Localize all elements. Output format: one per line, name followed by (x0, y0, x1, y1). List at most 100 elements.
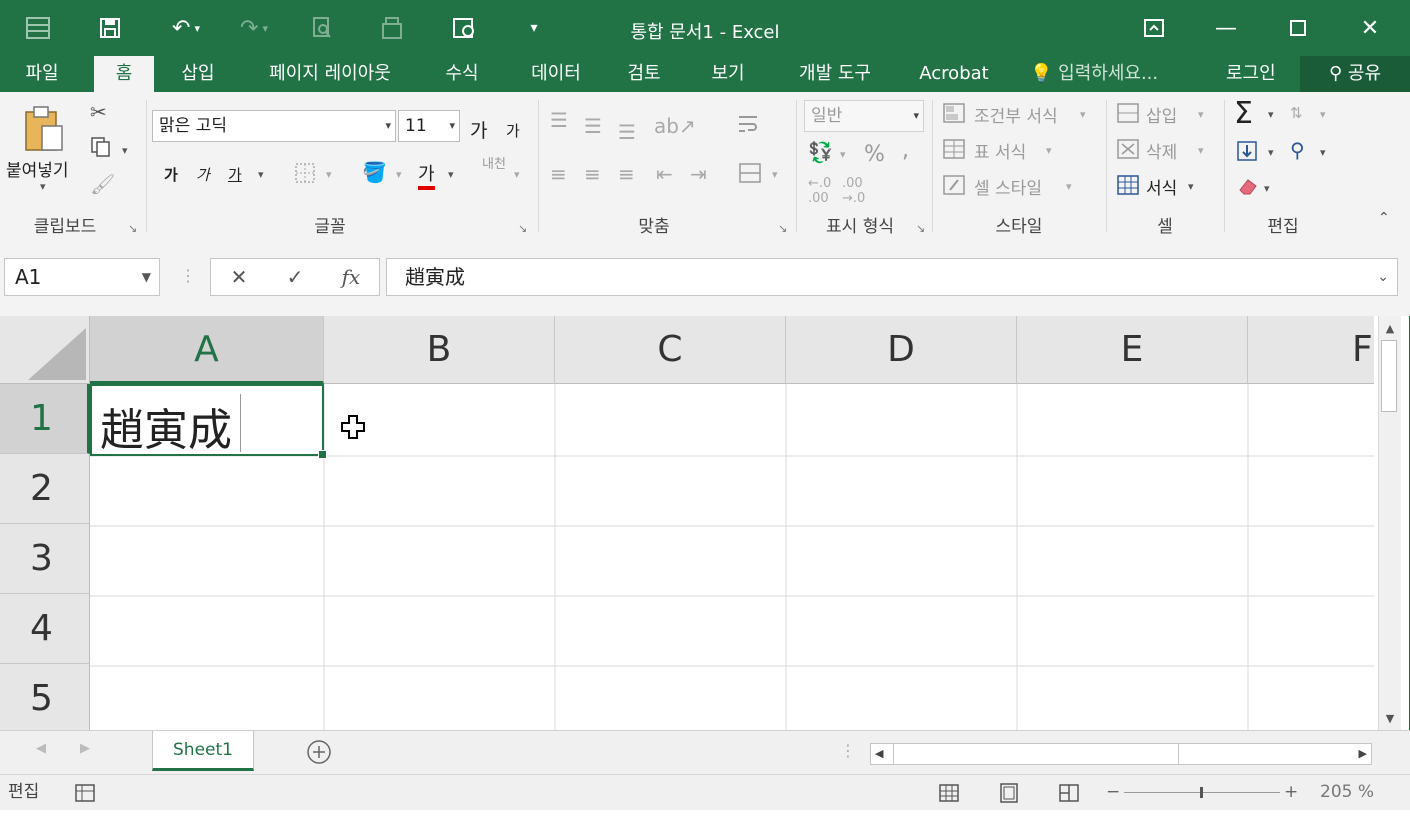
table-dropdown-icon[interactable]: ▾ (1046, 144, 1052, 157)
font-color-dropdown-icon[interactable]: ▾ (448, 168, 454, 181)
page-layout-view-icon[interactable] (998, 781, 1020, 816)
formula-input[interactable]: 趙寅成 ⌄ (386, 258, 1398, 296)
insert-cells-button[interactable]: 삽입 (1146, 102, 1177, 127)
enter-entry-button[interactable]: ✓ (275, 259, 315, 295)
borders-dropdown-icon[interactable]: ▾ (326, 168, 332, 181)
conditional-formatting-button[interactable]: 조건부 서식 (974, 102, 1058, 127)
fill-handle[interactable] (318, 450, 327, 459)
find-dropdown-icon[interactable]: ▾ (1320, 146, 1326, 159)
phonetic-dropdown-icon[interactable]: ▾ (514, 168, 520, 181)
worksheet-grid[interactable]: A B C D E F 1 2 3 4 5 趙寅成 (0, 316, 1374, 730)
cell-styles-button[interactable]: 셀 스타일 (974, 174, 1042, 199)
horizontal-scroll-thumb[interactable] (893, 744, 1179, 764)
number-launcher-icon[interactable]: ↘ (916, 222, 925, 235)
copy-dropdown-icon[interactable]: ▾ (122, 144, 128, 157)
scroll-down-icon[interactable]: ▼ (1379, 708, 1401, 730)
cut-icon[interactable]: ✂ (90, 100, 107, 124)
insert-function-button[interactable]: fx (331, 259, 371, 295)
orientation-icon[interactable]: ab↗ (654, 114, 696, 138)
tab-home[interactable]: 홈 (94, 56, 154, 92)
paste-dropdown-icon[interactable]: ▾ (40, 180, 46, 193)
align-middle-icon[interactable]: ☰ (584, 114, 602, 138)
font-launcher-icon[interactable]: ↘ (518, 222, 527, 235)
tab-review[interactable]: 검토 (614, 56, 674, 92)
tab-insert[interactable]: 삽입 (168, 56, 228, 92)
font-name-dropdown[interactable]: 맑은 고딕 ▾ (152, 110, 396, 142)
insert-dropdown-icon[interactable]: ▾ (1198, 108, 1204, 121)
cancel-entry-button[interactable]: ✕ (219, 259, 259, 295)
zoom-in-icon[interactable]: + (1284, 775, 1298, 810)
bold-button[interactable]: 가 (164, 164, 178, 185)
font-size-dropdown[interactable]: 11 ▾ (398, 110, 460, 142)
decrease-indent-icon[interactable]: ⇤ (656, 162, 673, 186)
copy-icon[interactable] (90, 136, 112, 163)
clear-dropdown-icon[interactable]: ▾ (1264, 182, 1270, 195)
underline-button[interactable]: 가 (228, 164, 242, 185)
ribbon-display-options-icon[interactable] (1134, 8, 1174, 48)
close-icon[interactable]: ✕ (1350, 8, 1390, 48)
vertical-scrollbar[interactable]: ▲ ▼ (1378, 316, 1401, 730)
number-format-dropdown[interactable]: 일반 ▾ (804, 100, 924, 132)
sort-filter-icon[interactable]: ⇅ (1290, 104, 1303, 122)
tab-view[interactable]: 보기 (698, 56, 758, 92)
comma-style-button[interactable]: , (902, 138, 909, 163)
align-center-icon[interactable]: ≡ (584, 162, 601, 186)
page-break-view-icon[interactable] (1058, 781, 1080, 816)
tell-me-box[interactable]: 💡 입력하세요... (1030, 56, 1158, 92)
wrap-text-icon[interactable] (736, 112, 760, 141)
scroll-right-icon[interactable]: ▶ (1359, 744, 1367, 764)
italic-button[interactable]: 가 (196, 164, 210, 185)
percent-style-button[interactable]: % (864, 142, 885, 167)
normal-view-icon[interactable] (938, 781, 960, 816)
delete-cells-button[interactable]: 삭제 (1146, 138, 1177, 163)
fill-icon[interactable] (1236, 140, 1258, 167)
merge-center-icon[interactable] (738, 162, 762, 189)
clear-eraser-icon[interactable] (1236, 176, 1260, 201)
increase-indent-icon[interactable]: ⇥ (690, 162, 707, 186)
chevron-down-icon[interactable]: ▼ (142, 259, 151, 295)
borders-icon[interactable] (294, 162, 316, 189)
formula-bar-resize-icon[interactable]: ⋮ (180, 266, 196, 285)
expand-formula-bar-icon[interactable]: ⌄ (1377, 259, 1389, 295)
share-button[interactable]: ⚲ 공유 (1300, 56, 1410, 92)
align-bottom-icon[interactable]: ☰ (618, 120, 636, 144)
delete-cells-icon[interactable] (1116, 138, 1140, 165)
decrease-decimal-icon[interactable]: .00 →.0 (842, 176, 865, 206)
zoom-out-icon[interactable]: − (1106, 775, 1120, 810)
clipboard-launcher-icon[interactable]: ↘ (128, 222, 137, 235)
fill-dropdown-icon[interactable]: ▾ (1268, 146, 1274, 159)
tab-developer[interactable]: 개발 도구 (780, 56, 890, 92)
format-cells-icon[interactable] (1116, 174, 1140, 201)
horizontal-scrollbar[interactable]: ◀ ▶ (870, 743, 1372, 765)
alignment-launcher-icon[interactable]: ↘ (778, 222, 787, 235)
next-sheet-icon[interactable]: ▶ (80, 741, 90, 756)
tab-split-handle-icon[interactable]: ⋮ (840, 741, 856, 760)
accounting-dropdown-icon[interactable]: ▾ (840, 148, 846, 161)
format-as-table-icon[interactable] (942, 138, 966, 165)
tab-acrobat[interactable]: Acrobat (906, 56, 1002, 92)
find-select-icon[interactable]: ⚲ (1290, 138, 1305, 162)
tab-page-layout[interactable]: 페이지 레이아웃 (248, 56, 412, 92)
phonetic-guide-button[interactable]: 내천 (482, 158, 508, 172)
align-right-icon[interactable]: ≡ (618, 162, 635, 186)
format-as-table-button[interactable]: 표 서식 (974, 138, 1026, 163)
accounting-format-icon[interactable]: 💱 (808, 140, 833, 164)
paste-button[interactable]: 붙여넣기 (6, 156, 69, 181)
new-sheet-icon[interactable] (306, 739, 332, 769)
increase-decimal-icon[interactable]: ←.0.00 (808, 176, 831, 206)
minimize-icon[interactable]: — (1206, 8, 1246, 48)
maximize-icon[interactable] (1278, 8, 1318, 48)
scroll-left-icon[interactable]: ◀ (875, 744, 883, 764)
autosum-button[interactable]: Σ (1234, 96, 1253, 131)
vertical-scroll-thumb[interactable] (1381, 340, 1397, 412)
zoom-level[interactable]: 205 % (1320, 775, 1374, 810)
tab-data[interactable]: 데이터 (514, 56, 598, 92)
format-dropdown-icon[interactable]: ▾ (1188, 180, 1194, 193)
cell-styles-dropdown-icon[interactable]: ▾ (1066, 180, 1072, 193)
format-cells-button[interactable]: 서식 (1146, 174, 1177, 199)
grow-font-button[interactable]: 가 (470, 116, 487, 143)
fill-color-dropdown-icon[interactable]: ▾ (396, 168, 402, 181)
tab-file[interactable]: 파일 (12, 56, 72, 92)
merge-dropdown-icon[interactable]: ▾ (772, 168, 778, 181)
sort-filter-dropdown-icon[interactable]: ▾ (1320, 108, 1326, 121)
